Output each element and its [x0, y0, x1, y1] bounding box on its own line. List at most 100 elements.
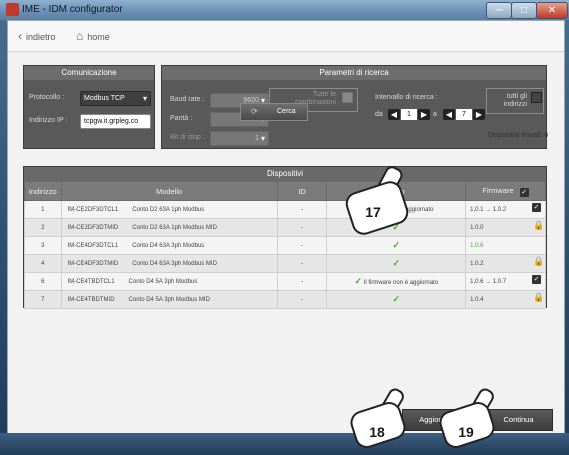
col-address: Indirizzo [24, 181, 62, 201]
table-header-row: Indirizzo Modello ID Esito Firmware ✓ [24, 181, 546, 201]
window-titlebar[interactable]: IME - IDM configurator ─ □ ✕ [0, 0, 569, 20]
search-panel-title: Parametri di ricerca [162, 66, 546, 80]
lock-icon: 🔒 [533, 220, 545, 230]
close-button[interactable]: ✕ [536, 2, 568, 19]
home-button[interactable]: ⌂ home [76, 29, 110, 43]
from-increment-button[interactable]: ▶ [418, 109, 430, 120]
checkbox-icon[interactable]: ✓ [532, 203, 541, 212]
minimize-icon: ─ [495, 5, 503, 16]
protocol-select[interactable]: Modbus TCP ▾ [80, 91, 151, 106]
table-row[interactable]: 6 IM-CE4TBDTCL1 Conto D4 5A 3ph Modbus - ✓ I… [24, 272, 546, 291]
table-row[interactable]: 2 IM-CE2DF3DTMID Conto D2 63A 1ph Modbus M… [24, 218, 546, 237]
check-icon: ✓ [392, 258, 401, 268]
cell-model-code: IM-CE4DF3DTMID [67, 260, 119, 267]
cell-address: 4 [24, 254, 62, 273]
from-label: da [375, 111, 383, 118]
back-button[interactable]: ‹ indietro [18, 29, 56, 43]
all-combos-checkbox[interactable] [342, 92, 353, 103]
cell-model-code: IM-CE2DF3DTMID [67, 224, 119, 231]
lock-icon: 🔒 [533, 292, 545, 302]
window-title: IME - IDM configurator [22, 4, 123, 15]
communication-panel-title: Comunicazione [24, 66, 154, 80]
ip-input[interactable]: tcpgw.it.grpleg.co [80, 114, 151, 129]
chevron-left-icon: ‹ [18, 29, 22, 43]
stopbit-value: 1 [255, 135, 259, 142]
chevron-down-icon: ▾ [142, 94, 147, 103]
all-addresses-label: tutti gli indirizzi [503, 93, 527, 108]
home-label: home [87, 32, 110, 42]
cell-model-name: Conto D4 5A 3ph Modbus [128, 278, 198, 285]
cell-id: - [276, 218, 328, 237]
cell-address: 2 [24, 218, 62, 237]
back-label: indietro [26, 32, 56, 42]
cell-id: - [276, 236, 328, 255]
table-row[interactable]: 7 IM-CE4TBDTMID Conto D4 5A 3ph Modbus MID… [24, 290, 546, 309]
table-row[interactable]: 4 IM-CE4DF3DTMID Conto D4 63A 3ph Modbus M… [24, 254, 546, 273]
to-decrement-button[interactable]: ◀ [443, 109, 455, 120]
communication-panel: Comunicazione Protocollo : Modbus TCP ▾ I… [23, 65, 155, 149]
app-logo-icon [6, 3, 19, 16]
cell-id: - [276, 290, 328, 309]
callout-19: 19 [458, 424, 474, 440]
chevron-down-icon: ▾ [260, 134, 265, 143]
all-addresses-box: tutti gli indirizzi [486, 88, 544, 114]
cell-model: IM-CE4TBDTCL1 Conto D4 5A 3ph Modbus [60, 272, 278, 291]
cell-model-name: Conto D4 5A 3ph Modbus MID [128, 296, 210, 303]
select-all-checkbox-icon[interactable]: ✓ [519, 188, 529, 197]
to-increment-button[interactable]: ▶ [473, 109, 485, 120]
col-firmware: Firmware ✓ [465, 181, 546, 201]
cell-result: ✓ [326, 254, 467, 273]
to-value[interactable]: 7 [456, 109, 472, 120]
table-row[interactable]: 1 IM-CE2DF3DTCL1 Conto D2 63A 1ph Modbus -I… [24, 200, 546, 219]
cell-model-name: Conto D4 63A 3ph Modbus [132, 242, 205, 249]
cell-firmware: 1.0.0 🔒 [465, 218, 546, 237]
all-addresses-checkbox[interactable] [531, 92, 542, 103]
cell-model-code: IM-CE2DF3DTCL1 [67, 206, 119, 213]
cell-firmware: 1.0.1 → 1.0.2 ✓ [465, 200, 546, 219]
cell-id: - [276, 200, 328, 219]
cell-id: - [276, 272, 328, 291]
col-id: ID [276, 181, 328, 201]
cell-model: IM-CE2DF3DTCL1 Conto D2 63A 1ph Modbus [60, 200, 278, 219]
devices-table-body: 1IM-CE2DF3DTCL1Conto D2 63A 1ph Modbus-I… [24, 200, 546, 309]
callout-18: 18 [369, 424, 385, 440]
lock-icon: 🔒 [533, 256, 545, 266]
from-value[interactable]: 1 [401, 109, 417, 120]
baud-label: Baud rate : [170, 96, 205, 103]
check-icon: ✓ [354, 276, 363, 286]
home-icon: ⌂ [76, 29, 84, 43]
minimize-button[interactable]: ─ [486, 2, 512, 19]
devices-found-count: Dispositivi trovati: 6 [488, 132, 549, 139]
cell-address: 7 [24, 290, 62, 309]
cell-result: ✓ Il firmware non è aggiornato [326, 272, 467, 291]
cell-model-name: Conto D4 63A 3ph Modbus MID [132, 260, 217, 267]
cell-model: IM-CE4TBDTMID Conto D4 5A 3ph Modbus MID [60, 290, 278, 309]
maximize-button[interactable]: □ [511, 2, 537, 19]
cell-firmware: 1.0.2 🔒 [465, 254, 546, 273]
ip-label: Indirizzo IP : [29, 117, 68, 124]
search-button[interactable]: ⟳ Cerca [240, 103, 308, 121]
interval-label: Intervallo di ricerca : [375, 94, 438, 101]
checkbox-icon[interactable]: ✓ [532, 275, 541, 284]
from-decrement-button[interactable]: ◀ [388, 109, 400, 120]
cell-firmware: 1.0.6 → 1.0.7 ✓ [465, 272, 546, 291]
table-row[interactable]: 3 IM-CE4DF3DTCL1 Conto D4 63A 3ph Modbus - ✓… [24, 236, 546, 255]
cell-model: IM-CE4DF3DTMID Conto D4 63A 3ph Modbus MI… [60, 254, 278, 273]
close-icon: ✕ [547, 5, 557, 16]
cell-model: IM-CE4DF3DTCL1 Conto D4 63A 3ph Modbus [60, 236, 278, 255]
cell-address: 6 [24, 272, 62, 291]
cell-firmware-version: 1.0.6 → 1.0.7 [470, 278, 507, 285]
devices-panel-title: Dispositivi [24, 167, 546, 181]
cell-result: ✓ [326, 236, 467, 255]
stopbit-select[interactable]: 1 ▾ [210, 131, 269, 146]
cell-model-code: IM-CE4DF3DTCL1 [67, 242, 119, 249]
cell-firmware-version: 1.0.1 → 1.0.2 [470, 206, 507, 213]
cell-result-text: Il firmware non è aggiornato [363, 280, 439, 286]
cell-id: - [276, 254, 328, 273]
callout-17: 17 [365, 204, 381, 220]
cell-firmware: 1.0.4 🔒 [465, 290, 546, 309]
check-icon: ✓ [392, 294, 401, 304]
devices-panel: Dispositivi Indirizzo Modello ID Esito F… [23, 166, 547, 309]
cell-model-code: IM-CE4TBDTCL1 [67, 278, 115, 285]
search-button-label: Cerca [277, 108, 296, 115]
